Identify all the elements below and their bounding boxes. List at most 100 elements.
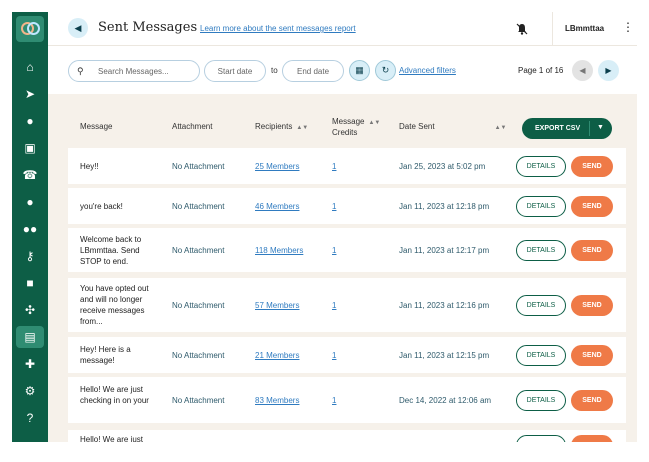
phone-icon[interactable]: ☎: [16, 164, 44, 186]
table-row: Hey! Here is a message! No Attachment 21 M…: [68, 337, 626, 373]
send-button[interactable]: SEND: [571, 435, 613, 442]
attachment-cell: No Attachment: [172, 396, 225, 405]
details-button[interactable]: DETAILS: [516, 390, 566, 411]
date-sent-cell: Dec 14, 2022 at 12:06 am: [399, 396, 492, 405]
send-button[interactable]: SEND: [571, 196, 613, 217]
logo[interactable]: [16, 16, 44, 42]
details-button[interactable]: DETAILS: [516, 295, 566, 316]
reports-icon[interactable]: ▤: [16, 326, 44, 348]
table-header: Message Attachment Recipients ▲▼ Message ▲…: [68, 108, 626, 146]
credits-link[interactable]: 1: [332, 201, 336, 212]
attachment-cell: No Attachment: [172, 351, 225, 360]
sort-icon[interactable]: ▲▼: [296, 125, 308, 131]
credits-link[interactable]: 1: [332, 245, 336, 256]
end-date-field[interactable]: End date: [282, 60, 344, 82]
credits-link[interactable]: 1: [332, 350, 336, 361]
message-text: You have opted out and will no longer re…: [80, 284, 149, 326]
chevron-down-icon[interactable]: ▼: [597, 124, 604, 131]
details-button[interactable]: DETAILS: [516, 156, 566, 177]
column-message-credits[interactable]: Message ▲▼ Credits: [332, 117, 380, 138]
home-icon[interactable]: ⌂: [16, 56, 44, 78]
message-text: Welcome back to LBmmttaa. Send STOP to e…: [80, 234, 142, 266]
more-options-icon[interactable]: ⋮: [622, 20, 634, 34]
lock-icon[interactable]: ■: [16, 272, 44, 294]
advanced-filters-link[interactable]: Advanced filters: [399, 66, 456, 75]
send-button[interactable]: SEND: [571, 295, 613, 316]
app-window: ⌂ ➤ ● ▣ ☎ ● ●● ⚷ ■ ✣ ▤ ✚ ⚙ ? ◀ Sent Mess…: [12, 12, 637, 442]
start-date-field[interactable]: Start date: [204, 60, 266, 82]
details-button[interactable]: DETAILS: [516, 435, 566, 442]
date-sent-cell: Jan 11, 2023 at 12:18 pm: [399, 202, 490, 211]
attachment-cell: No Attachment: [172, 246, 225, 255]
previous-page-button[interactable]: ◀: [572, 60, 593, 81]
chevron-left-icon: ◀: [579, 66, 586, 75]
column-attachment: Attachment: [172, 122, 213, 131]
send-button[interactable]: SEND: [571, 345, 613, 366]
top-bar: ◀ Sent Messages Learn more about the sen…: [48, 12, 637, 46]
date-sent-cell: Jan 25, 2023 at 5:02 pm: [399, 162, 486, 171]
integrations-icon[interactable]: ✣: [16, 299, 44, 321]
chevron-left-icon: ◀: [74, 22, 82, 33]
recipients-link[interactable]: 21 Members: [255, 350, 299, 361]
user-icon[interactable]: ●: [16, 191, 44, 213]
recipients-link[interactable]: 57 Members: [255, 300, 299, 311]
puzzle-icon[interactable]: ✚: [16, 353, 44, 375]
refresh-icon[interactable]: ↻: [375, 60, 396, 81]
header-divider: [552, 12, 553, 46]
recipients-link[interactable]: 25 Members: [255, 161, 299, 172]
table-row: Welcome back to LBmmttaa. Send STOP to e…: [68, 228, 626, 272]
details-button[interactable]: DETAILS: [516, 196, 566, 217]
credits-link[interactable]: 1: [332, 161, 336, 172]
send-button[interactable]: SEND: [571, 390, 613, 411]
message-text: Hey! Here is a message!: [80, 345, 131, 365]
search-placeholder: Search Messages...: [98, 67, 169, 76]
search-icon: ⚲: [77, 66, 84, 76]
table-row: Hey!! No Attachment 25 Members 1 Jan 25, 202…: [68, 148, 626, 184]
recipients-link[interactable]: 83 Members: [255, 395, 299, 406]
credits-link[interactable]: 1: [332, 300, 336, 311]
inbox-icon[interactable]: ▣: [16, 137, 44, 159]
date-sent-cell: Jan 11, 2023 at 12:17 pm: [399, 246, 490, 255]
next-page-button[interactable]: ▶: [598, 60, 619, 81]
key-icon[interactable]: ⚷: [16, 245, 44, 267]
table-row: Hello! We are just DETAILS SEND: [68, 430, 626, 442]
attachment-cell: No Attachment: [172, 162, 225, 171]
table-row: You have opted out and will no longer re…: [68, 278, 626, 332]
help-icon[interactable]: ?: [16, 407, 44, 429]
message-text: Hey!!: [80, 161, 99, 171]
learn-more-link[interactable]: Learn more about the sent messages repor…: [200, 24, 356, 33]
table-row: Hello! We are just checking in on your No…: [68, 377, 626, 423]
details-button[interactable]: DETAILS: [516, 240, 566, 261]
chevron-right-icon: ▶: [605, 66, 612, 75]
back-button[interactable]: ◀: [68, 18, 88, 38]
recipients-link[interactable]: 118 Members: [255, 245, 303, 256]
page-title: Sent Messages: [98, 20, 198, 35]
account-name[interactable]: LBmmttaa: [565, 24, 604, 33]
search-input[interactable]: ⚲ Search Messages...: [68, 60, 200, 82]
bell-muted-icon[interactable]: [515, 22, 529, 36]
sort-icon[interactable]: ▲▼: [495, 125, 507, 131]
date-range-to-label: to: [271, 66, 278, 75]
recipients-link[interactable]: 46 Members: [255, 201, 299, 212]
chat-icon[interactable]: ●: [16, 110, 44, 132]
send-icon[interactable]: ➤: [16, 83, 44, 105]
send-button[interactable]: SEND: [571, 156, 613, 177]
group-icon[interactable]: ●●: [16, 218, 44, 240]
table-row: you're back! No Attachment 46 Members 1 Jan …: [68, 188, 626, 224]
date-sent-cell: Jan 11, 2023 at 12:16 pm: [399, 301, 490, 310]
page-indicator: Page 1 of 16: [518, 66, 564, 75]
send-button[interactable]: SEND: [571, 240, 613, 261]
export-csv-button[interactable]: EXPORT CSV ▼: [522, 118, 612, 139]
column-recipients[interactable]: Recipients ▲▼: [255, 122, 308, 133]
calendar-icon[interactable]: ▦: [349, 60, 370, 81]
message-text: Hello! We are just checking in on your: [80, 384, 149, 405]
details-button[interactable]: DETAILS: [516, 345, 566, 366]
column-date-sent[interactable]: Date Sent ▲▼: [399, 122, 506, 133]
gear-icon[interactable]: ⚙: [16, 380, 44, 402]
credits-link[interactable]: 1: [332, 395, 336, 406]
sort-icon[interactable]: ▲▼: [368, 120, 380, 126]
message-text: you're back!: [80, 201, 123, 211]
sidebar: ⌂ ➤ ● ▣ ☎ ● ●● ⚷ ■ ✣ ▤ ✚ ⚙ ?: [12, 12, 48, 442]
filter-bar: ⚲ Search Messages... Start date to End d…: [48, 46, 637, 94]
column-message: Message: [80, 122, 113, 131]
